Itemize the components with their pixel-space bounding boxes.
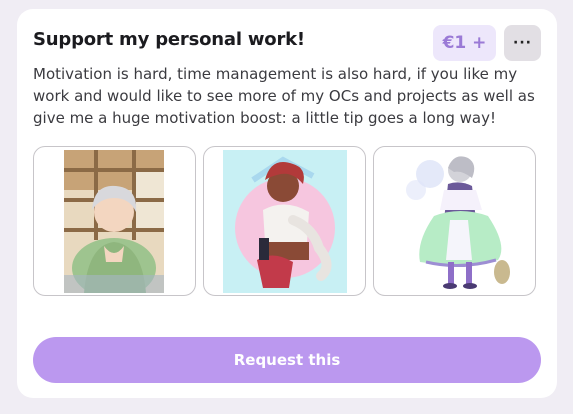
commission-card: Support my personal work! €1 + ··· Motiv… <box>17 9 557 398</box>
more-icon: ··· <box>513 35 532 51</box>
price-badge[interactable]: €1 + <box>433 25 496 61</box>
artwork-thumbnail-2[interactable] <box>203 146 366 296</box>
artwork-image-2 <box>223 150 347 293</box>
artwork-image-1 <box>64 150 164 293</box>
artwork-thumbnail-3[interactable] <box>373 146 536 296</box>
more-options-button[interactable]: ··· <box>504 25 541 61</box>
card-title: Support my personal work! <box>33 29 305 50</box>
artwork-thumbnail-1[interactable] <box>33 146 196 296</box>
request-button[interactable]: Request this <box>33 337 541 383</box>
artwork-image-3 <box>390 150 520 293</box>
card-description: Motivation is hard, time management is a… <box>33 65 535 127</box>
